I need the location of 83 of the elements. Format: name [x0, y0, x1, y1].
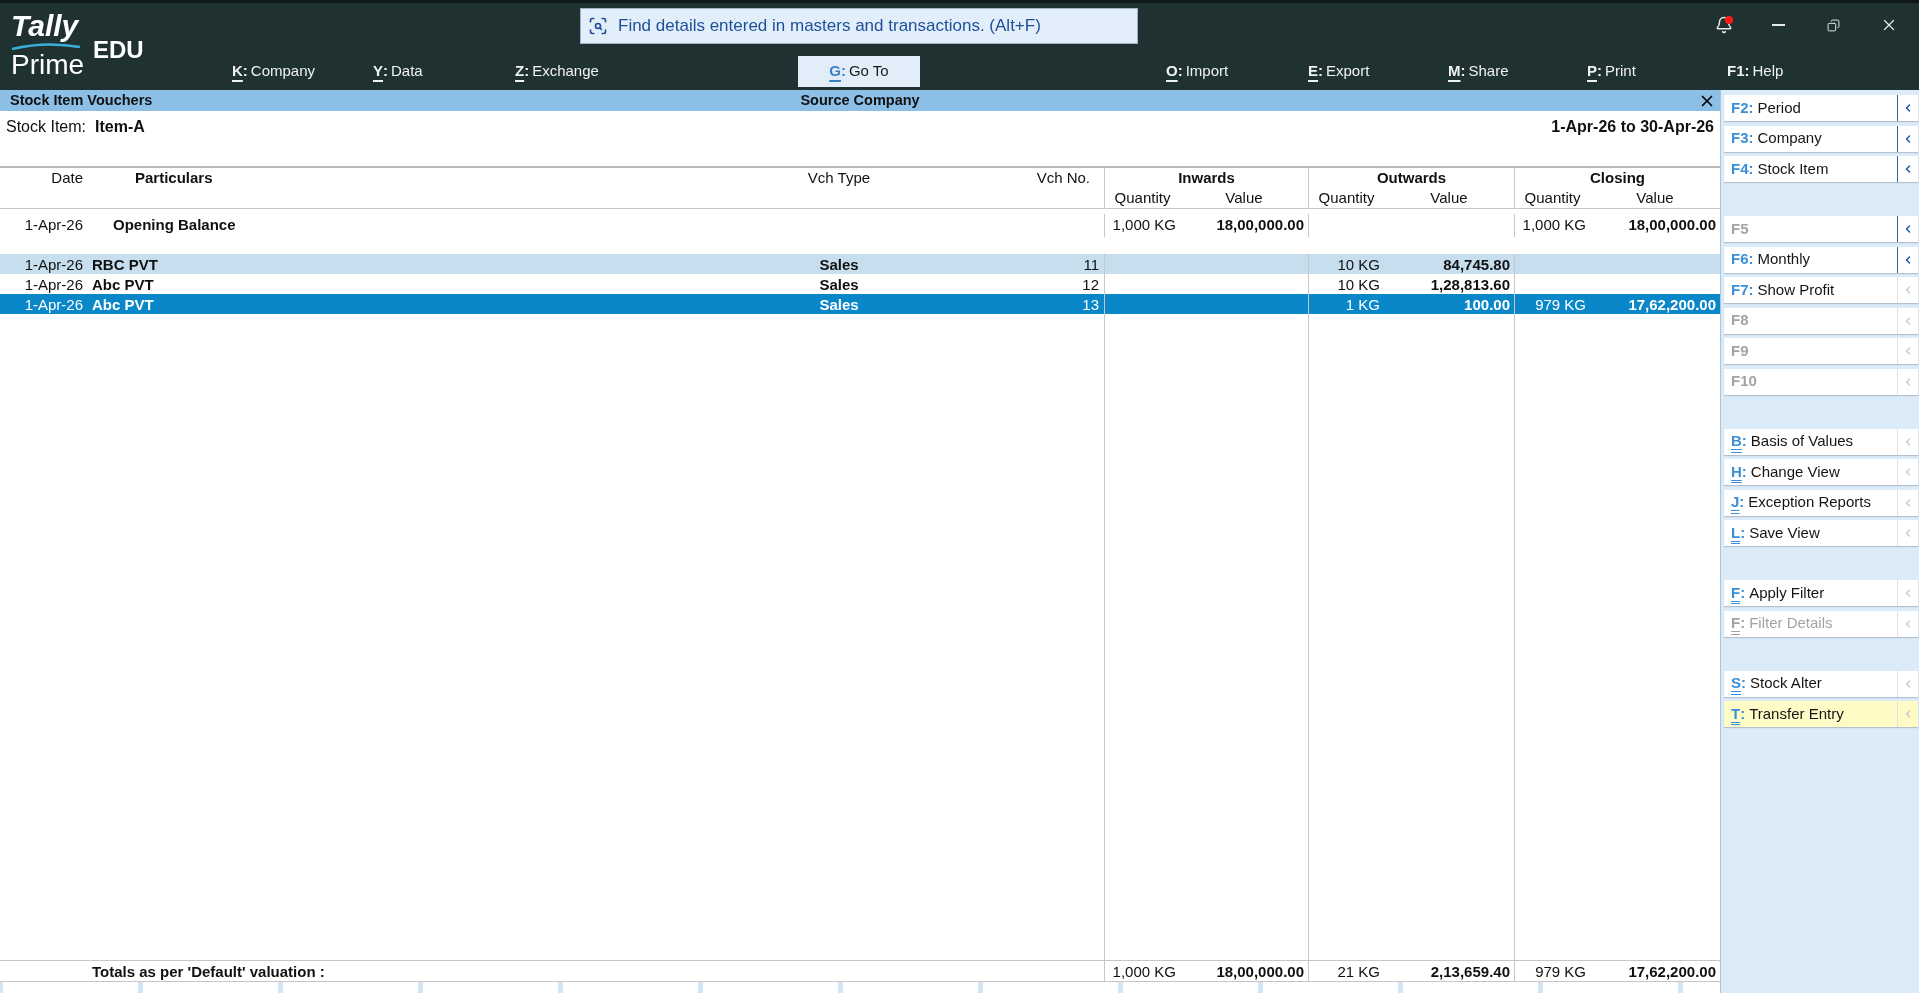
- sidebar-button[interactable]: T: Transfer Entry: [1724, 701, 1918, 727]
- search-icon: [588, 16, 608, 36]
- sidebar-button[interactable]: F4: Stock Item: [1724, 156, 1918, 182]
- table-cell-text: 1,000 KG: [1522, 215, 1586, 235]
- table-cell-text: 18,00,000.00: [1216, 962, 1304, 982]
- table-cell-text: Sales: [819, 275, 859, 295]
- table-cell-text: 21 KG: [1337, 962, 1380, 982]
- field-value: Item-A: [95, 118, 145, 136]
- column-header: Outwards: [1376, 167, 1447, 188]
- table-row[interactable]: 1-Apr-26 RBC PVT Sales 11 10 KG 84,745.80: [0, 254, 1720, 274]
- sidebar-button[interactable]: B: Basis of Values: [1724, 428, 1918, 455]
- sidebar-button[interactable]: H: Change View: [1724, 459, 1918, 485]
- table-cell-text: Opening Balance: [113, 215, 236, 235]
- table-cell-text: 18,00,000.00: [1216, 215, 1304, 235]
- table-cell-text: Abc PVT: [92, 295, 154, 315]
- menu-item[interactable]: G: Go To: [798, 56, 920, 87]
- table-cell-text: RBC PVT: [92, 255, 158, 275]
- menu-item[interactable]: Y: Data: [373, 60, 423, 83]
- menu-item[interactable]: E: Export: [1308, 60, 1370, 83]
- table-cell-text: 979 KG: [1535, 962, 1586, 982]
- table-cell-text: 10 KG: [1337, 275, 1380, 295]
- sidebar-button[interactable]: F2: Period: [1724, 95, 1918, 121]
- sidebar-button[interactable]: F: Apply Filter: [1724, 580, 1918, 606]
- column-header: Date: [51, 167, 83, 188]
- menu-item[interactable]: Z: Exchange: [515, 60, 599, 83]
- sidebar-button[interactable]: S: Stock Alter: [1724, 670, 1918, 697]
- sidebar-button[interactable]: F7: Show Profit: [1724, 277, 1918, 303]
- bell-icon: [1714, 16, 1733, 34]
- table-cell-text: 1-Apr-26: [24, 295, 83, 315]
- menu-item[interactable]: K: Company: [232, 60, 316, 83]
- field-label: Stock Item:: [5, 118, 87, 136]
- menu-item[interactable]: O: Import: [1166, 60, 1229, 83]
- table-row[interactable]: 1-Apr-26 Abc PVT Sales 13 1 KG 100.00 979 KG 17,62,200.00: [0, 294, 1720, 314]
- table-cell-text: Abc PVT: [92, 275, 154, 295]
- table-cell-text: 1,000 KG: [1112, 962, 1176, 982]
- menu-item[interactable]: F1: Help: [1727, 60, 1784, 83]
- table-cell-text: 100.00: [1464, 295, 1510, 315]
- table-cell-text: 17,62,200.00: [1628, 962, 1716, 982]
- sidebar-button[interactable]: F3: Company: [1724, 125, 1918, 152]
- column-header: Vch Type: [807, 167, 871, 188]
- sidebar-button[interactable]: L: Save View: [1724, 520, 1918, 546]
- totals-label: Totals as per 'Default' valuation :: [92, 962, 325, 982]
- column-header: Vch No.: [1036, 167, 1090, 188]
- menu-item[interactable]: M: Share: [1448, 60, 1509, 83]
- table-cell-text: 12: [1082, 275, 1099, 295]
- table-cell-text: 11: [1083, 255, 1099, 275]
- edition-label: EDU: [93, 37, 144, 63]
- column-header: Particulars: [135, 167, 213, 188]
- column-subheader: Quantity: [1114, 187, 1171, 208]
- column-subheader: Value: [1636, 187, 1674, 208]
- table-cell-text: 17,62,200.00: [1628, 295, 1716, 315]
- menu-item[interactable]: P: Print: [1587, 60, 1636, 83]
- period-range: 1-Apr-26 to 30-Apr-26: [1551, 118, 1715, 136]
- table-cell-text: 979 KG: [1535, 295, 1586, 315]
- table-cell-text: 84,745.80: [1443, 255, 1510, 275]
- column-subheader: Value: [1225, 187, 1263, 208]
- table-cell-text: 1-Apr-26: [24, 255, 83, 275]
- logo-subtext: Prime: [11, 50, 85, 80]
- table-cell-text: 2,13,659.40: [1430, 962, 1510, 982]
- table-cell-text: 1 KG: [1345, 295, 1380, 315]
- column-subheader: Value: [1430, 187, 1468, 208]
- table-cell-text: 1,000 KG: [1112, 215, 1176, 235]
- search-field[interactable]: Find details entered in masters and transactions. (Alt+F): [580, 8, 1138, 44]
- table-cell-text: Sales: [819, 295, 859, 315]
- table-cell-text: 1-Apr-26: [24, 215, 83, 235]
- column-subheader: Quantity: [1318, 187, 1375, 208]
- table-cell-text: 1-Apr-26: [24, 275, 83, 295]
- report-title: Stock Item Vouchers: [9, 91, 153, 110]
- column-subheader: Quantity: [1524, 187, 1581, 208]
- column-header: Closing: [1590, 167, 1645, 188]
- sidebar-button[interactable]: J: Exception Reports: [1724, 489, 1918, 516]
- restore-icon: [1827, 18, 1840, 32]
- table-cell-text: 13: [1082, 295, 1099, 315]
- table-cell-text: 1,28,813.60: [1430, 275, 1510, 295]
- table-cell-text: Sales: [819, 255, 859, 275]
- logo-text: Tally: [11, 10, 79, 42]
- table-cell-text: 10 KG: [1337, 255, 1380, 275]
- company-name: Source Company: [800, 91, 920, 110]
- logo-swoosh-icon: [11, 42, 81, 50]
- table-cell-text: 18,00,000.00: [1628, 215, 1716, 235]
- minimize-icon: [1772, 24, 1785, 26]
- column-header: Inwards: [1178, 167, 1235, 188]
- sidebar-button[interactable]: F6: Monthly: [1724, 246, 1918, 273]
